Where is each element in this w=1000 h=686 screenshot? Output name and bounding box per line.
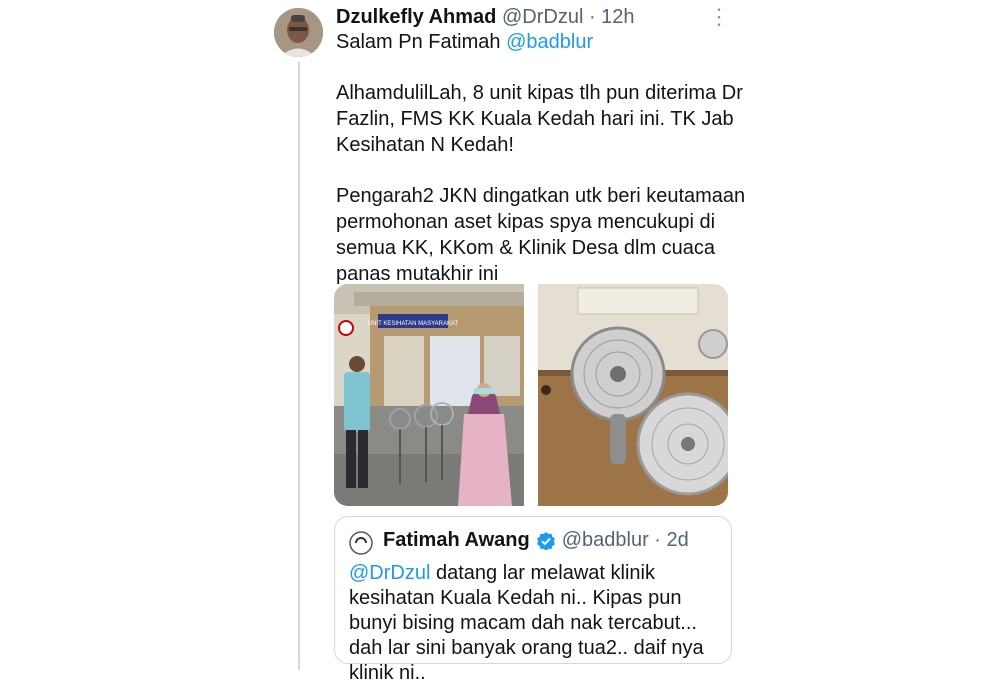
photo-stand-fans[interactable] <box>538 284 728 506</box>
thread-line <box>298 62 300 670</box>
quoted-author-name[interactable]: Fatimah Awang <box>383 529 530 552</box>
quoted-handle-time: @badblur · 2d <box>561 529 689 551</box>
tweet-paragraph-2: Pengarah2 JKN dingatkan utk beri keutama… <box>336 185 746 285</box>
quoted-header: Fatimah Awang @badblur · 2d <box>383 529 689 552</box>
author-avatar[interactable] <box>274 8 323 57</box>
quoted-author-avatar[interactable] <box>349 531 373 555</box>
reply-prefix: Salam Pn Fatimah <box>336 31 501 53</box>
verified-badge-icon <box>536 531 556 551</box>
more-options-icon[interactable]: ⋮ <box>708 4 730 30</box>
tweet-thread: Dzulkefly Ahmad @DrDzul · 12h ⋮ Salam Pn… <box>0 0 1000 684</box>
clinic-sign-text: UNIT KESIHATAN MASYARAKAT <box>368 321 459 327</box>
author-handle-time: @DrDzul · 12h <box>501 6 635 28</box>
tweet-header: Dzulkefly Ahmad @DrDzul · 12h <box>336 6 635 29</box>
quoted-mention-link[interactable]: @DrDzul <box>349 562 430 584</box>
tweet-paragraph-1: AlhamdulilLah, 8 unit kipas tlh pun dite… <box>336 82 743 156</box>
quoted-tweet[interactable]: Fatimah Awang @badblur · 2d @DrDzul data… <box>334 516 732 684</box>
reply-line: Salam Pn Fatimah @badblur <box>336 31 593 54</box>
author-name[interactable]: Dzulkefly Ahmad <box>336 6 496 28</box>
quoted-text: @DrDzul datang lar melawat klinik kesiha… <box>349 561 721 686</box>
photo-clinic-entrance[interactable]: UNIT KESIHATAN MASYARAKAT <box>334 284 524 506</box>
reply-mention-link[interactable]: @badblur <box>506 31 593 53</box>
tweet-media: UNIT KESIHATAN MASYARAKAT <box>334 284 728 506</box>
